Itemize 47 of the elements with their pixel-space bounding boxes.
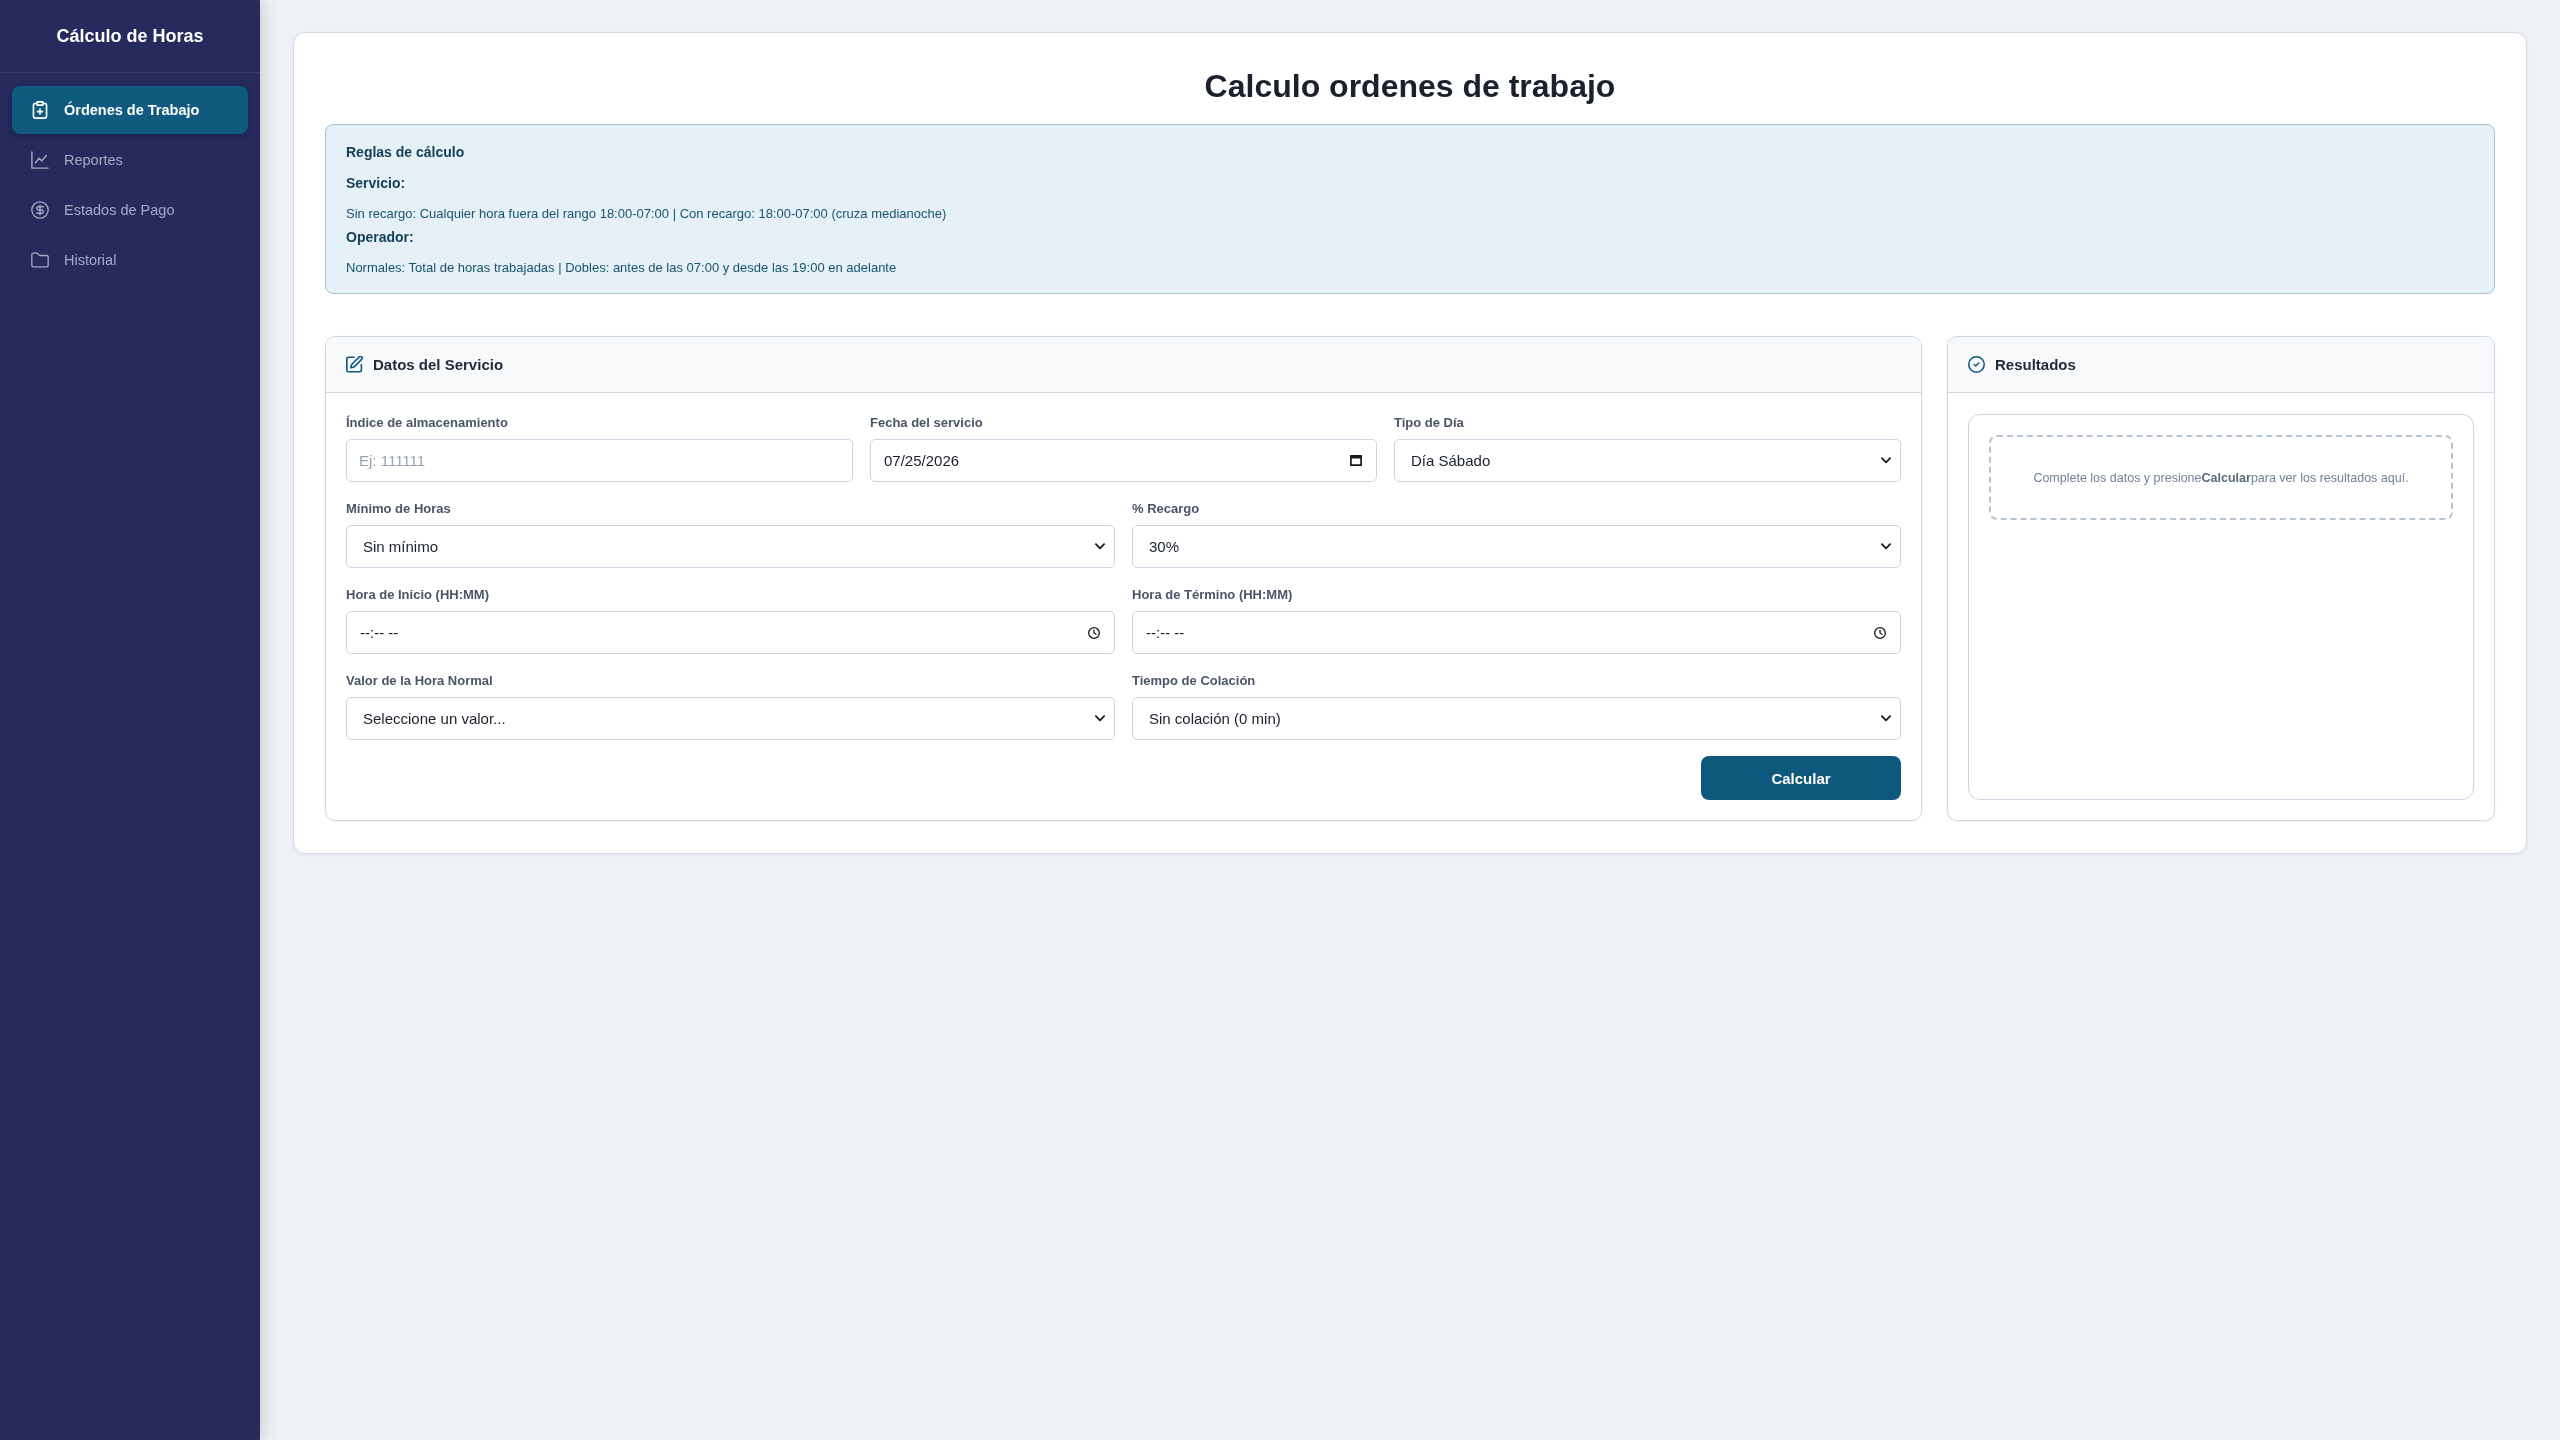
rules-title: Reglas de cálculo <box>346 143 466 162</box>
field-label: % Recargo <box>1132 500 1201 518</box>
rule-text: Normales: Total de horas trabajadas | Dobles: antes de las 07:00 y desde las 19:00 en adelante <box>346 259 898 277</box>
nav-item[interactable]: Órdenes de Trabajo <box>12 86 248 134</box>
time-field[interactable]: --:-- -- <box>346 611 1115 654</box>
dropdown[interactable]: 30% <box>1132 525 1901 568</box>
chevron-down-icon <box>1095 715 1105 722</box>
rule-heading: Servicio: <box>346 174 407 193</box>
field-label: Fecha del servicio <box>870 414 984 432</box>
text-input[interactable]: Ej: 111111 <box>346 439 853 482</box>
dropdown[interactable]: Día Sábado <box>1394 439 1901 482</box>
dropdown[interactable]: Sin colación (0 min) <box>1132 697 1901 740</box>
line-chart-icon <box>31 151 49 169</box>
chevron-down-icon <box>1881 457 1891 464</box>
chevron-down-icon <box>1881 543 1891 550</box>
field-label: Hora de Inicio (HH:MM) <box>346 586 490 604</box>
time-field[interactable]: --:-- -- <box>1132 611 1901 654</box>
folder-icon <box>31 251 49 269</box>
empty-state-message: Complete los datos y presioneCalcularpara ver los resultados aquí. <box>1989 435 2453 520</box>
field-label: Índice de almacenamiento <box>346 414 509 432</box>
calendar-icon[interactable] <box>1350 455 1362 466</box>
field-label: Valor de la Hora Normal <box>346 672 494 690</box>
circle-check-icon <box>1968 356 1985 373</box>
dropdown[interactable]: Seleccione un valor... <box>346 697 1115 740</box>
rule-text: Sin recargo: Cualquier hora fuera del rango 18:00-07:00 | Con recargo: 18:00-07:00 (cruza medianoche) <box>346 205 948 223</box>
clock-icon[interactable] <box>1088 626 1100 639</box>
field-label: Hora de Término (HH:MM) <box>1132 586 1294 604</box>
panel-title: Resultados <box>1995 356 2076 373</box>
field-label: Tipo de Día <box>1394 414 1465 432</box>
chevron-down-icon <box>1881 715 1891 722</box>
panel-title: Datos del Servicio <box>373 356 504 373</box>
chevron-down-icon <box>1095 543 1105 550</box>
clock-icon[interactable] <box>1874 626 1886 639</box>
clipboard-plus-icon <box>31 101 49 119</box>
calculate-button[interactable]: Calcular <box>1701 756 1901 800</box>
field-label: Tiempo de Colación <box>1132 672 1257 690</box>
nav-item[interactable]: Reportes <box>12 136 248 184</box>
date-field[interactable]: 07/25/2026 <box>870 439 1377 482</box>
nav-item[interactable]: Estados de Pago <box>12 186 248 234</box>
dollar-circle-icon <box>31 201 49 219</box>
rule-heading: Operador: <box>346 228 415 247</box>
edit-icon <box>346 356 363 373</box>
dropdown[interactable]: Sin mínimo <box>346 525 1115 568</box>
field-label: Mínimo de Horas <box>346 500 452 518</box>
nav-item[interactable]: Historial <box>12 236 248 284</box>
app-title: Cálculo de Horas <box>56 25 204 47</box>
page-title: Calculo ordenes de trabajo <box>1203 67 1617 106</box>
